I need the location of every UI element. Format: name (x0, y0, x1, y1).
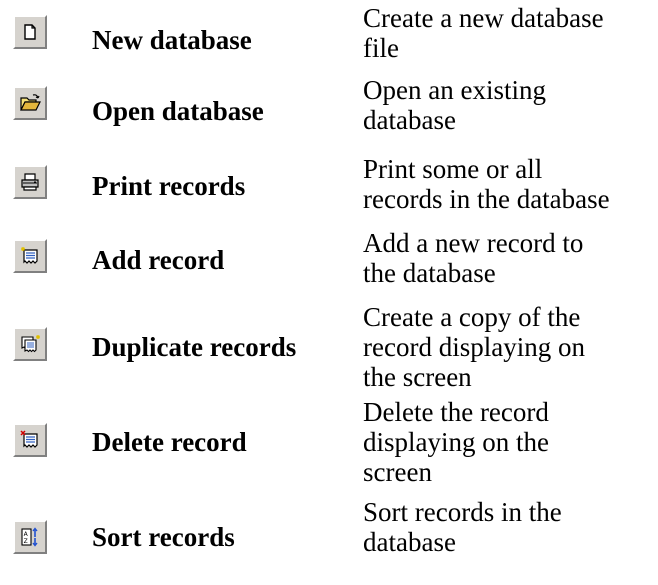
table-row: Open database Open an existing database (0, 71, 658, 143)
row-name: Sort records (92, 521, 235, 552)
description-line: file (363, 33, 399, 63)
icon-cell (4, 395, 56, 485)
table-row: New database Create a new database file (0, 0, 658, 64)
description-line: the screen (363, 362, 472, 392)
icon-cell (4, 224, 56, 288)
table-row: Add record Add a new record to the datab… (0, 224, 658, 296)
description-line: Sort records in the (363, 497, 562, 527)
table-row: Print records Print some or all records … (0, 150, 658, 222)
description-line: Add a new record to (363, 228, 584, 258)
description-line: Create a copy of the (363, 302, 581, 332)
description-line: Delete the record (363, 397, 549, 427)
description-line: database (363, 527, 456, 557)
table-row: A Z Sort records Sort records in the dat… (0, 495, 658, 583)
add-record-icon[interactable] (13, 239, 47, 273)
row-description: Print some or all records in the databas… (363, 154, 658, 214)
icon-cell (4, 0, 56, 64)
icon-cell (4, 299, 56, 389)
svg-text:Z: Z (24, 538, 28, 545)
description-line: the database (363, 258, 496, 288)
description-line: Print some or all (363, 154, 543, 184)
description-line: Open an existing (363, 75, 546, 105)
icon-cell (4, 71, 56, 135)
row-name: Open database (92, 95, 264, 126)
description-line: Create a new database (363, 3, 604, 33)
row-description: Create a new database file (363, 3, 658, 63)
table-row: Delete record Delete the record displayi… (0, 395, 658, 495)
description-line: database (363, 105, 456, 135)
description-line: records in the database (363, 184, 610, 214)
table-row: Duplicate records Create a copy of the r… (0, 299, 658, 396)
row-name: Add record (92, 244, 225, 275)
description-line: record displaying on (363, 332, 585, 362)
row-description: Create a copy of the record displaying o… (363, 302, 658, 392)
printer-icon[interactable] (13, 165, 47, 199)
description-line: displaying on the (363, 427, 549, 457)
row-description: Open an existing database (363, 75, 658, 135)
row-description: Sort records in the database (363, 497, 658, 557)
description-line: screen (363, 457, 432, 487)
new-document-icon[interactable] (13, 15, 47, 49)
row-name: Print records (92, 170, 246, 201)
row-name: Delete record (92, 427, 247, 457)
row-description: Delete the record displaying on the scre… (363, 397, 658, 487)
duplicate-record-icon[interactable] (13, 327, 47, 361)
sort-records-icon[interactable]: A Z (13, 520, 47, 554)
row-name: Duplicate records (92, 332, 297, 362)
row-name: New database (92, 24, 252, 55)
row-description: Add a new record to the database (363, 228, 658, 288)
delete-record-icon[interactable] (13, 423, 47, 457)
icon-cell: A Z (4, 495, 56, 579)
open-folder-icon[interactable] (13, 86, 47, 120)
icon-cell (4, 150, 56, 214)
